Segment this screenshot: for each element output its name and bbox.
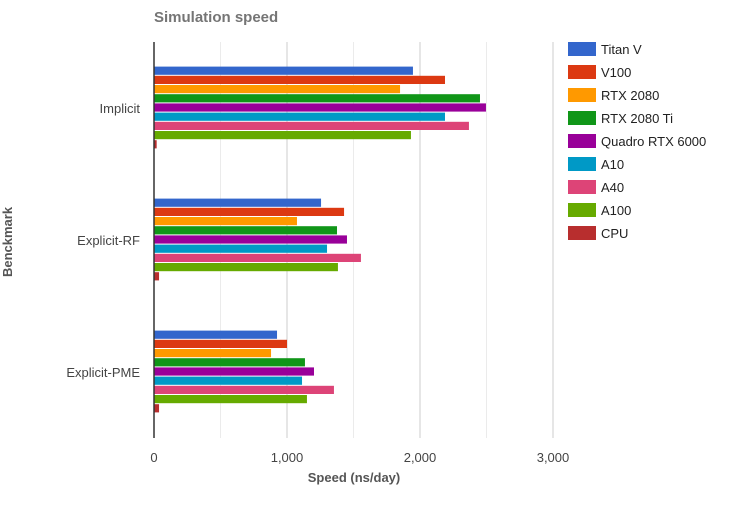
legend-item[interactable]: A10 bbox=[568, 157, 624, 172]
bar-explicit-rf-quadro-rtx-6000 bbox=[154, 235, 347, 244]
legend-item[interactable]: A100 bbox=[568, 203, 631, 218]
legend-swatch bbox=[568, 226, 596, 240]
bar-implicit-a100 bbox=[154, 131, 411, 140]
legend-label: Titan V bbox=[601, 42, 642, 57]
legend-label: RTX 2080 Ti bbox=[601, 111, 673, 126]
legend-swatch bbox=[568, 65, 596, 79]
bar-explicit-pme-titan-v bbox=[154, 330, 278, 339]
bar-explicit-rf-titan-v bbox=[154, 198, 322, 207]
bar-explicit-pme-v100 bbox=[154, 339, 287, 348]
bar-explicit-pme-a100 bbox=[154, 395, 307, 404]
legend-swatch bbox=[568, 111, 596, 125]
legend-item[interactable]: RTX 2080 Ti bbox=[568, 111, 673, 126]
bar-implicit-quadro-rtx-6000 bbox=[154, 103, 486, 112]
y-axis-title: Benckmark bbox=[0, 206, 15, 277]
bar-explicit-pme-quadro-rtx-6000 bbox=[154, 367, 314, 376]
legend-label: A10 bbox=[601, 157, 624, 172]
bar-explicit-rf-v100 bbox=[154, 207, 345, 216]
x-axis-ticks: 0 1,000 2,000 3,000 bbox=[150, 450, 569, 465]
y-axis-ticks: Implicit Explicit-RF Explicit-PME bbox=[66, 101, 140, 380]
legend-swatch bbox=[568, 134, 596, 148]
bar-chart: Simulation speed 0 1,000 2,000 3,000 Implic… bbox=[0, 9, 706, 485]
bar-explicit-pme-rtx-2080-ti bbox=[154, 358, 305, 367]
bar-explicit-rf-a100 bbox=[154, 263, 338, 272]
legend-label: A100 bbox=[601, 203, 631, 218]
category-label: Explicit-PME bbox=[66, 365, 140, 380]
legend-label: RTX 2080 bbox=[601, 88, 659, 103]
x-tick-label: 0 bbox=[150, 450, 157, 465]
x-tick-label: 1,000 bbox=[271, 450, 304, 465]
legend-item[interactable]: CPU bbox=[568, 226, 628, 241]
bar-explicit-rf-a10 bbox=[154, 244, 328, 253]
legend-swatch bbox=[568, 42, 596, 56]
bar-explicit-rf-rtx-2080 bbox=[154, 217, 297, 226]
bar-implicit-v100 bbox=[154, 75, 446, 84]
bar-implicit-rtx-2080-ti bbox=[154, 94, 480, 103]
x-tick-label: 3,000 bbox=[537, 450, 570, 465]
bar-explicit-rf-rtx-2080-ti bbox=[154, 226, 338, 235]
bar-implicit-a10 bbox=[154, 112, 446, 121]
legend-item[interactable]: Titan V bbox=[568, 42, 642, 57]
legend-item[interactable]: A40 bbox=[568, 180, 624, 195]
legend-swatch bbox=[568, 203, 596, 217]
legend: Titan V V100 RTX 2080 RTX 2080 Ti Quadro RTX… bbox=[568, 42, 706, 241]
legend-label: Quadro RTX 6000 bbox=[601, 134, 706, 149]
legend-label: CPU bbox=[601, 226, 628, 241]
bars bbox=[154, 66, 486, 413]
legend-item[interactable]: RTX 2080 bbox=[568, 88, 659, 103]
legend-item[interactable]: Quadro RTX 6000 bbox=[568, 134, 706, 149]
bar-explicit-pme-rtx-2080 bbox=[154, 349, 272, 358]
legend-label: V100 bbox=[601, 65, 631, 80]
bar-explicit-pme-a10 bbox=[154, 376, 303, 385]
legend-swatch bbox=[568, 180, 596, 194]
legend-item[interactable]: V100 bbox=[568, 65, 631, 80]
bar-explicit-rf-a40 bbox=[154, 253, 361, 262]
bar-explicit-pme-cpu bbox=[154, 404, 160, 413]
legend-label: A40 bbox=[601, 180, 624, 195]
x-tick-label: 2,000 bbox=[404, 450, 437, 465]
x-axis-title: Speed (ns/day) bbox=[308, 470, 400, 485]
bar-implicit-titan-v bbox=[154, 66, 413, 75]
category-label: Implicit bbox=[100, 101, 141, 116]
bar-explicit-pme-a40 bbox=[154, 385, 334, 394]
bar-implicit-rtx-2080 bbox=[154, 85, 401, 94]
bar-explicit-rf-cpu bbox=[154, 272, 160, 281]
chart-title: Simulation speed bbox=[154, 9, 278, 26]
legend-swatch bbox=[568, 88, 596, 102]
category-label: Explicit-RF bbox=[77, 233, 140, 248]
legend-swatch bbox=[568, 157, 596, 171]
bar-implicit-a40 bbox=[154, 121, 469, 130]
